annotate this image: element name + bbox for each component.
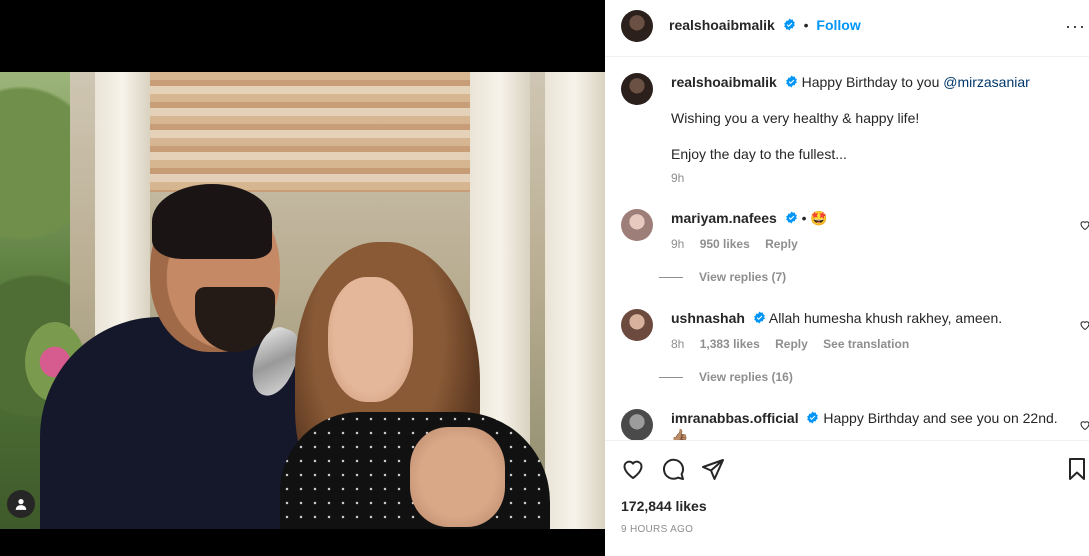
avatar[interactable] bbox=[621, 309, 653, 341]
view-replies-button[interactable]: View replies (16) bbox=[659, 370, 793, 384]
caption-meta: 9h bbox=[671, 169, 1071, 187]
user-tag-button[interactable] bbox=[7, 490, 35, 518]
comment-body: imranabbas.official Happy Birthday and s… bbox=[671, 409, 1071, 440]
caption-body: realshoaibmalik Happy Birthday to you @m… bbox=[671, 73, 1071, 187]
comment-reply-button[interactable]: Reply bbox=[765, 237, 798, 251]
comment-row: mariyam.nafees • 🤩 9h 950 likes Reply bbox=[621, 209, 1089, 269]
post-media bbox=[0, 0, 605, 556]
caption-line-3: Enjoy the day to the fullest... bbox=[671, 146, 847, 162]
user-tag-icon bbox=[15, 499, 27, 510]
photo-pergola bbox=[150, 72, 490, 192]
bookmark-icon[interactable] bbox=[1065, 457, 1089, 481]
avatar[interactable] bbox=[621, 73, 653, 105]
follow-button[interactable]: Follow bbox=[816, 17, 860, 33]
post-likes-count[interactable]: 172,844 likes bbox=[621, 498, 707, 514]
caption-text: Happy Birthday to you bbox=[801, 74, 944, 90]
photo-man-hair bbox=[152, 184, 272, 259]
separator-dot: • bbox=[803, 17, 809, 33]
comment-username[interactable]: mariyam.nafees bbox=[671, 210, 777, 226]
comment-row: imranabbas.official Happy Birthday and s… bbox=[621, 409, 1089, 440]
comment-text: Allah humesha khush rakhey, ameen. bbox=[768, 310, 1003, 326]
comment-body: mariyam.nafees • 🤩 9h 950 likes Reply bbox=[671, 209, 1071, 253]
post-header: realshoaibmalik • Follow ··· bbox=[605, 0, 1089, 57]
comments-list[interactable]: realshoaibmalik Happy Birthday to you @m… bbox=[605, 57, 1089, 440]
post-side-panel: realshoaibmalik • Follow ··· realshoaibm… bbox=[605, 0, 1089, 556]
post-time-ago[interactable]: 9 HOURS AGO bbox=[621, 524, 693, 535]
comment-row: ushnashah Allah humesha khush rakhey, am… bbox=[621, 309, 1089, 369]
heart-icon[interactable] bbox=[1079, 219, 1089, 231]
view-replies-label: View replies (7) bbox=[699, 270, 787, 284]
comment-time: 9h bbox=[671, 237, 685, 251]
view-replies-label: View replies (16) bbox=[699, 370, 793, 384]
caption-mention-link[interactable]: @mirzasaniar bbox=[943, 74, 1030, 90]
comment-icon[interactable] bbox=[661, 457, 685, 481]
heart-icon[interactable] bbox=[1079, 419, 1089, 431]
more-options-button[interactable]: ··· bbox=[1065, 17, 1086, 35]
post-photo[interactable] bbox=[0, 72, 605, 529]
comment-likes-link[interactable]: 950 likes bbox=[700, 237, 750, 251]
share-icon[interactable] bbox=[701, 457, 725, 481]
caption-line-2: Wishing you a very healthy & happy life! bbox=[671, 110, 920, 126]
avatar[interactable] bbox=[621, 409, 653, 440]
photo-woman-face bbox=[328, 277, 413, 402]
caption-row: realshoaibmalik Happy Birthday to you @m… bbox=[621, 73, 1089, 193]
comment-body: ushnashah Allah humesha khush rakhey, am… bbox=[671, 309, 1071, 353]
view-replies-button[interactable]: View replies (7) bbox=[659, 270, 786, 284]
comment-likes-link[interactable]: 1,383 likes bbox=[700, 337, 760, 351]
comment-text: • 🤩 bbox=[801, 210, 828, 226]
view-replies-line bbox=[659, 376, 683, 378]
photo-pillar-right bbox=[545, 72, 605, 529]
see-translation-button[interactable]: See translation bbox=[823, 337, 909, 351]
comment-reply-button[interactable]: Reply bbox=[775, 337, 808, 351]
avatar[interactable] bbox=[621, 209, 653, 241]
comment-meta: 8h 1,383 likes Reply See translation bbox=[671, 335, 1071, 353]
post-actions: 172,844 likes 9 HOURS AGO bbox=[605, 440, 1089, 556]
comment-username[interactable]: imranabbas.official bbox=[671, 410, 799, 426]
verified-badge-icon bbox=[753, 311, 765, 324]
verified-badge-icon bbox=[807, 411, 819, 424]
comment-time: 8h bbox=[671, 337, 685, 351]
caption-time: 9h bbox=[671, 171, 685, 185]
verified-badge-icon bbox=[785, 211, 797, 224]
comment-meta: 9h 950 likes Reply bbox=[671, 235, 1071, 253]
header-username-row: realshoaibmalik • Follow bbox=[669, 17, 861, 33]
verified-badge-icon bbox=[783, 18, 795, 31]
avatar[interactable] bbox=[621, 10, 653, 42]
view-replies-line bbox=[659, 276, 683, 278]
heart-icon[interactable] bbox=[1079, 319, 1089, 331]
caption-username[interactable]: realshoaibmalik bbox=[671, 74, 777, 90]
comment-username[interactable]: ushnashah bbox=[671, 310, 745, 326]
photo-hands bbox=[410, 427, 505, 527]
heart-icon[interactable] bbox=[621, 457, 645, 481]
header-username[interactable]: realshoaibmalik bbox=[669, 17, 775, 33]
verified-badge-icon bbox=[785, 75, 797, 88]
